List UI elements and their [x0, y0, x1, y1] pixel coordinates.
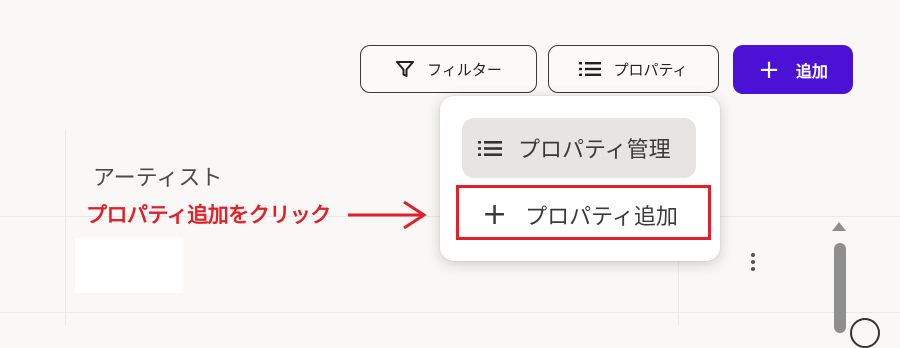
- scrollbar-thumb[interactable]: [834, 243, 846, 333]
- annotation-text: プロパティ追加をクリック: [86, 203, 331, 227]
- list-icon: [478, 140, 502, 156]
- filter-icon: [396, 61, 415, 77]
- add-button[interactable]: + 追加: [733, 45, 853, 94]
- column-header-artist[interactable]: アーティスト: [93, 160, 222, 192]
- properties-button-label: プロパティ: [613, 60, 688, 79]
- table-cell[interactable]: [75, 238, 183, 293]
- filter-button[interactable]: フィルター: [360, 45, 537, 93]
- kebab-icon[interactable]: [744, 250, 762, 278]
- properties-button[interactable]: プロパティ: [548, 45, 719, 93]
- arrow-icon: [348, 200, 427, 230]
- plus-icon: +: [758, 54, 780, 85]
- filter-button-label: フィルター: [427, 60, 502, 79]
- scroll-up-arrow[interactable]: [832, 222, 846, 231]
- highlight-box: [456, 185, 711, 240]
- add-button-label: 追加: [795, 61, 828, 81]
- menu-item-manage-label: プロパティ管理: [518, 138, 671, 163]
- list-icon: [579, 62, 602, 76]
- menu-item-manage-properties[interactable]: プロパティ管理: [462, 118, 696, 178]
- grid-line: [65, 130, 66, 325]
- help-icon[interactable]: [850, 318, 880, 348]
- grid-line: [0, 312, 900, 313]
